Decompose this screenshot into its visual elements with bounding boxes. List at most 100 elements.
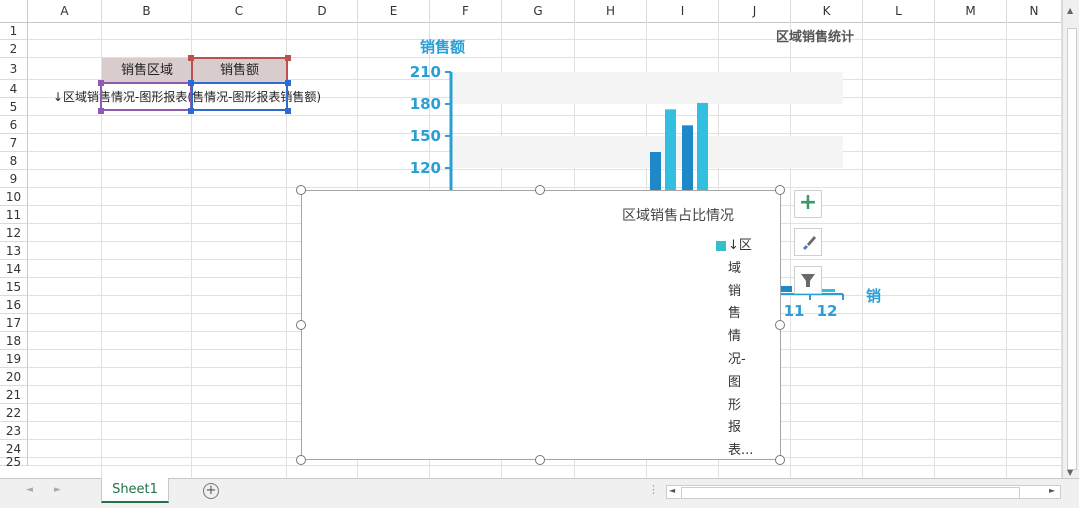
- column-header-N[interactable]: N: [1007, 0, 1062, 22]
- column-header-B[interactable]: B: [102, 0, 192, 22]
- row-header-11[interactable]: 11: [0, 206, 28, 224]
- legend-text-fragment: 域: [728, 260, 742, 276]
- range-handle[interactable]: [285, 108, 291, 114]
- row-header-2[interactable]: 2: [0, 40, 28, 58]
- chart-resize-handle[interactable]: [535, 455, 545, 465]
- row-header-6[interactable]: 6: [0, 116, 28, 134]
- scroll-up-icon[interactable]: ▲: [1067, 6, 1073, 15]
- horizontal-scrollbar[interactable]: ◄ ►: [666, 485, 1061, 499]
- row-header-14[interactable]: 14: [0, 260, 28, 278]
- row-header-9[interactable]: 9: [0, 170, 28, 188]
- row-header-21[interactable]: 21: [0, 386, 28, 404]
- row-header-3[interactable]: 3: [0, 58, 28, 80]
- row-header-1[interactable]: 1: [0, 22, 28, 40]
- row-header-13[interactable]: 13: [0, 242, 28, 260]
- row-header-8[interactable]: 8: [0, 152, 28, 170]
- bar-partial[interactable]: [821, 289, 835, 292]
- range-handle[interactable]: [285, 80, 291, 86]
- column-header-L[interactable]: L: [863, 0, 935, 22]
- row-header-10[interactable]: 10: [0, 188, 28, 206]
- bar-chart-xlabel: 销: [866, 287, 882, 305]
- column-header-H[interactable]: H: [575, 0, 647, 22]
- row-header-19[interactable]: 19: [0, 350, 28, 368]
- bar-chart-title: 区域销售统计: [776, 30, 855, 45]
- splitter-icon[interactable]: ⋮: [648, 483, 659, 496]
- column-header-J[interactable]: J: [719, 0, 791, 22]
- legend-text-fragment: 形: [728, 397, 742, 413]
- pie-legend[interactable]: ↓区域销售情况- 图形报表...: [728, 235, 768, 463]
- legend-text-fragment: 售: [728, 306, 742, 322]
- range-handle[interactable]: [98, 108, 104, 114]
- range-handle[interactable]: [188, 80, 194, 86]
- row-header-7[interactable]: 7: [0, 134, 28, 152]
- x-tick-label: 11: [784, 302, 805, 320]
- brush-icon: [803, 236, 816, 250]
- row-header-12[interactable]: 12: [0, 224, 28, 242]
- row-header-22[interactable]: 22: [0, 404, 28, 422]
- chart-resize-handle[interactable]: [296, 455, 306, 465]
- range-handle[interactable]: [188, 55, 194, 61]
- column-header-G[interactable]: G: [502, 0, 575, 22]
- bar-partial[interactable]: [781, 286, 792, 292]
- row-header-15[interactable]: 15: [0, 278, 28, 296]
- chart-resize-handle[interactable]: [775, 455, 785, 465]
- cell-B3[interactable]: 销售区域: [102, 58, 192, 84]
- row-header-18[interactable]: 18: [0, 332, 28, 350]
- row-header-17[interactable]: 17: [0, 314, 28, 332]
- row-header-23[interactable]: 23: [0, 422, 28, 440]
- column-header-E[interactable]: E: [358, 0, 430, 22]
- row-header-5[interactable]: 5: [0, 98, 28, 116]
- grid-row-line: [28, 465, 1062, 466]
- range-handle[interactable]: [98, 80, 104, 86]
- vertical-scroll-thumb[interactable]: [1067, 28, 1077, 470]
- legend-swatch: [716, 241, 726, 251]
- row-header-20[interactable]: 20: [0, 368, 28, 386]
- grid-column-line: [934, 22, 935, 478]
- chart-resize-handle[interactable]: [535, 185, 545, 195]
- legend-text-fragment: 销: [728, 283, 742, 299]
- scroll-down-icon[interactable]: ▼: [1067, 468, 1073, 477]
- column-header-K[interactable]: K: [791, 0, 863, 22]
- y-tick-label: 210: [410, 63, 441, 81]
- nav-prev-icon[interactable]: ◄: [26, 485, 33, 495]
- plot-band: [451, 72, 843, 104]
- chart-resize-handle[interactable]: [775, 320, 785, 330]
- grid-column-line: [1006, 22, 1007, 478]
- y-tick-label: 180: [410, 95, 441, 113]
- sheet-tab-bar: ◄ ► Sheet1 + ⋮ ◄ ►: [0, 478, 1079, 508]
- legend-text-fragment: 图: [728, 374, 742, 390]
- vertical-scrollbar[interactable]: ▲ ▼: [1062, 0, 1079, 478]
- chart-elements-button[interactable]: +: [794, 190, 822, 218]
- chart-styles-button[interactable]: [794, 228, 822, 256]
- column-header-F[interactable]: F: [430, 0, 502, 22]
- chart-resize-handle[interactable]: [296, 320, 306, 330]
- plot-band: [451, 136, 843, 168]
- chart-resize-handle[interactable]: [296, 185, 306, 195]
- selection-B4-range: [100, 82, 192, 111]
- selection-C4-range: [191, 82, 288, 111]
- column-header-D[interactable]: D: [287, 0, 358, 22]
- y-tick-label: 150: [410, 127, 441, 145]
- chart-resize-handle[interactable]: [775, 185, 785, 195]
- pie-chart-title: 区域销售占比情况: [622, 208, 734, 224]
- sheet-tab-Sheet1[interactable]: Sheet1: [101, 478, 169, 503]
- column-header-I[interactable]: I: [647, 0, 719, 22]
- range-handle[interactable]: [285, 55, 291, 61]
- selection-C3-range: [191, 57, 288, 84]
- row-header-25[interactable]: 25: [0, 456, 28, 468]
- bar-chart-ylabel: 销售额: [420, 38, 466, 56]
- scroll-right-icon[interactable]: ►: [1049, 486, 1055, 495]
- new-sheet-button[interactable]: +: [203, 483, 219, 499]
- pie-chart[interactable]: 区域销售占比情况 ↓区域销售情况- 图形报表...: [301, 190, 781, 460]
- nav-next-icon[interactable]: ►: [54, 485, 61, 495]
- horizontal-scroll-thumb[interactable]: [681, 487, 1020, 499]
- select-all-corner[interactable]: [0, 0, 28, 22]
- column-header-A[interactable]: A: [28, 0, 102, 22]
- row-header-16[interactable]: 16: [0, 296, 28, 314]
- chart-filters-button[interactable]: [794, 266, 822, 294]
- column-header-M[interactable]: M: [935, 0, 1007, 22]
- scroll-left-icon[interactable]: ◄: [669, 486, 675, 495]
- row-header-4[interactable]: 4: [0, 80, 28, 98]
- column-header-C[interactable]: C: [192, 0, 287, 22]
- range-handle[interactable]: [188, 108, 194, 114]
